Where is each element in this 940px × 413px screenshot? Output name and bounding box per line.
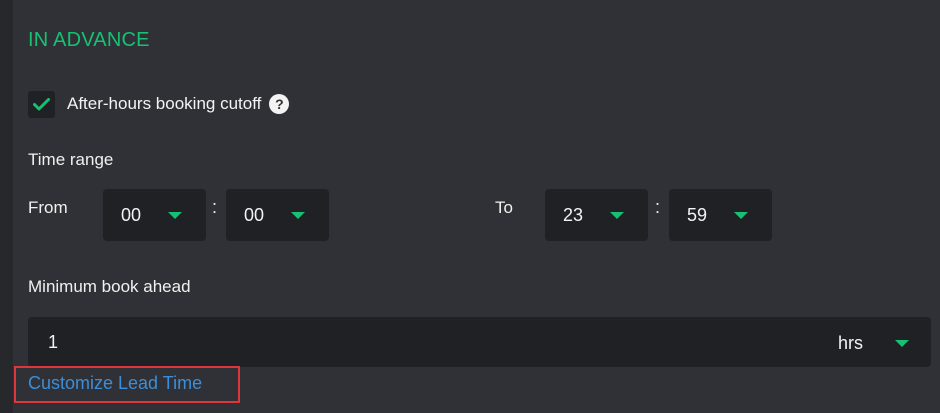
chevron-down-icon (168, 212, 182, 219)
checkmark-icon (33, 97, 50, 110)
customize-lead-time-link[interactable]: Customize Lead Time (28, 373, 202, 394)
chevron-down-icon (734, 212, 748, 219)
to-minute-value: 59 (687, 205, 708, 225)
chevron-down-icon (895, 340, 909, 347)
section-title: IN ADVANCE (28, 29, 150, 51)
time-unit-select[interactable]: hrs (820, 317, 931, 367)
advance-settings-panel: IN ADVANCE After-hours booking cutoff ? … (0, 0, 940, 413)
after-hours-row: After-hours booking cutoff ? (28, 90, 290, 118)
chevron-down-icon (291, 212, 305, 219)
after-hours-checkbox[interactable] (28, 90, 55, 118)
from-hour-value: 00 (121, 205, 142, 225)
time-range-label: Time range (28, 150, 114, 169)
question-circle-icon[interactable]: ? (269, 94, 290, 114)
from-minute-value: 00 (244, 205, 265, 225)
to-time-separator: : (655, 197, 661, 217)
min-book-ahead-input[interactable] (28, 317, 808, 367)
to-hour-select[interactable]: 23 (545, 189, 648, 241)
from-minute-select[interactable]: 00 (226, 189, 329, 241)
time-unit-value: hrs (838, 333, 864, 353)
min-book-ahead-label: Minimum book ahead (28, 277, 191, 296)
left-border-strip (0, 0, 13, 413)
chevron-down-icon (610, 212, 624, 219)
to-hour-value: 23 (563, 205, 584, 225)
from-hour-select[interactable]: 00 (103, 189, 206, 241)
from-label: From (28, 198, 68, 217)
to-label: To (495, 198, 513, 217)
from-time-separator: : (212, 197, 218, 217)
after-hours-label: After-hours booking cutoff (67, 94, 262, 113)
min-book-ahead-field: hrs (28, 317, 931, 367)
to-minute-select[interactable]: 59 (669, 189, 772, 241)
